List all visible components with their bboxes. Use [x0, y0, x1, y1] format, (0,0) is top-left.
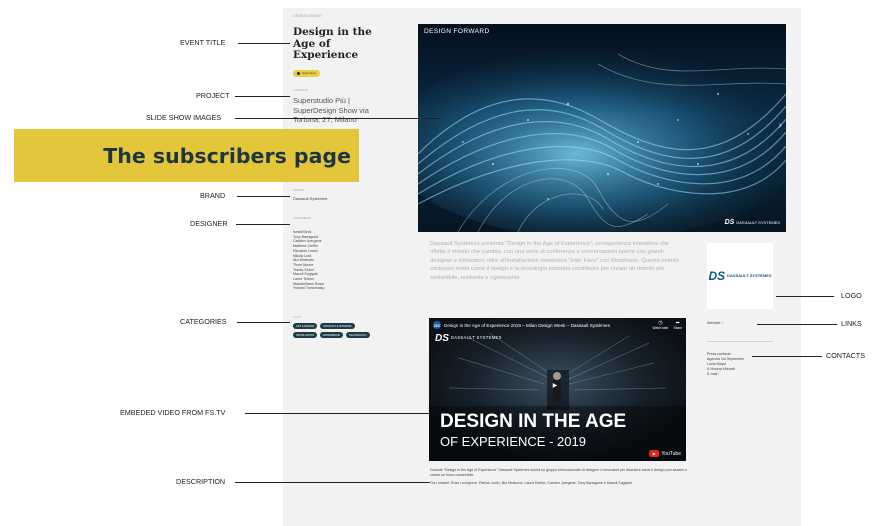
callout-project: PROJECT	[196, 91, 230, 100]
website-link[interactable]: Website ›	[707, 321, 723, 325]
divider	[707, 341, 773, 342]
project-label: Location	[293, 88, 309, 92]
callout-line	[235, 118, 440, 119]
video-brand: DS DASSAULT SYSTEMES	[435, 333, 502, 344]
chevron-right-icon[interactable]: ›	[779, 120, 782, 131]
video-top-bar: DS Design in the Age of Experience 2019 …	[429, 318, 686, 332]
callout-line	[245, 413, 429, 414]
designer-list: Ismail Beck Tony Barragonè Carsten Juerg…	[293, 230, 325, 291]
video-subline: OF EXPERIENCE - 2019	[440, 434, 586, 449]
watch-later-button[interactable]: ◷ Watch later	[652, 320, 668, 330]
callout-logo: LOGO	[841, 291, 862, 300]
contacts: Press contacts Agenzia 1st September Luc…	[707, 352, 744, 377]
callout-line	[236, 224, 290, 225]
status-badge: Upcoming	[293, 69, 320, 77]
callout-line	[237, 322, 290, 323]
ds-logo-icon: DS	[435, 333, 449, 344]
callout-line	[752, 356, 822, 357]
designer-item[interactable]: Yuhumi Tomomatsu	[293, 286, 325, 291]
callout-categories: CATEGORIES	[180, 317, 227, 326]
intro-text: Dassault Systèmes presenta "Design in th…	[430, 241, 679, 281]
play-icon[interactable]: ▶	[548, 380, 562, 390]
designer-label: Designers	[293, 216, 311, 220]
brand-name[interactable]: Dassault Systèmes	[293, 196, 327, 201]
callout-line	[238, 43, 290, 44]
category-chip[interactable]: INSTALLATION	[293, 332, 318, 338]
left-column: Design event Design in the Age of Experi…	[293, 14, 378, 80]
slideshow-logo-text: DASSAULT SYSTEMES	[736, 220, 780, 225]
callout-designer: DESIGNER	[190, 219, 228, 228]
callout-line	[237, 196, 290, 197]
callout-line	[235, 96, 290, 97]
ds-logo-icon: DS	[708, 269, 726, 283]
slideshow-image	[418, 24, 786, 232]
share-label: Share	[673, 326, 682, 330]
youtube-label: YouTube	[661, 450, 681, 457]
brand-logo: DS DASSAULT SYSTEMES	[707, 243, 773, 309]
callout-description: DESCRIPTION	[176, 477, 226, 486]
status-badge-label: Upcoming	[302, 71, 316, 75]
slideshow[interactable]: DESIGN FORWARD › DS DASSAULT SYSTEMES	[418, 24, 786, 232]
category-chip[interactable]: TECHNOLOGY	[345, 332, 370, 338]
categories-label: Tags	[293, 315, 301, 319]
subscribers-banner: The subscribers page	[14, 129, 359, 182]
event-title: Design in the Age of Experience	[293, 26, 372, 61]
description-paragraph: Durante "Design in the Age of Experience…	[430, 468, 687, 477]
embedded-video[interactable]: DS Design in the Age of Experience 2019 …	[429, 318, 686, 461]
video-brand-text: DASSAULT SYSTEMES	[450, 335, 502, 341]
category-chip[interactable]: ART & DESIGN	[293, 323, 318, 329]
channel-avatar[interactable]: DS	[433, 321, 441, 329]
callout-brand: BRAND	[200, 191, 226, 200]
banner-title: The subscribers page	[103, 143, 351, 168]
slideshow-title: DESIGN FORWARD	[424, 28, 490, 35]
callout-links: LINKS	[841, 319, 862, 328]
logo-text: DASSAULT SYSTEMES	[727, 272, 772, 278]
slideshow-logo: DS DASSAULT SYSTEMES	[725, 219, 780, 226]
callout-line	[757, 324, 837, 325]
contact-email-link[interactable]: E-mail ›	[707, 372, 744, 377]
callout-line	[235, 482, 430, 483]
status-dot-icon	[297, 71, 300, 75]
video-headline: DESIGN IN THE AGE	[440, 411, 627, 432]
ds-logo-icon: DS	[724, 219, 735, 226]
brand-label: Brand	[293, 188, 304, 192]
category-chip[interactable]: EXPERIENCE	[320, 332, 343, 338]
callout-line	[776, 296, 834, 297]
watch-later-label: Watch later	[652, 326, 669, 330]
youtube-icon: ▶	[649, 450, 660, 457]
section-label: Design event	[293, 14, 323, 18]
category-chip[interactable]: PRODUCT & INTERIOR	[320, 323, 355, 329]
callout-slideshow: SLIDE SHOW IMAGES	[146, 113, 222, 122]
youtube-logo[interactable]: ▶ YouTube	[649, 450, 681, 457]
description-paragraph: Tra i relatori: Ross Lovegrove, Patrick …	[430, 480, 633, 485]
description: Durante "Design in the Age of Experience…	[430, 468, 687, 488]
share-button[interactable]: ➦ Share	[673, 320, 682, 330]
callout-video: EMBEDED VIDEO FROM FS.TV	[120, 408, 226, 417]
category-chips: ART & DESIGN PRODUCT & INTERIOR INSTALLA…	[293, 323, 378, 338]
callout-contacts: CONTACTS	[826, 351, 865, 360]
project-location: Superstudio Più | SuperDesign Show via T…	[293, 96, 369, 124]
callout-event-title: EVENT TITLE	[180, 38, 226, 47]
video-title[interactable]: Design in the Age of Experience 2019 – M…	[444, 323, 647, 328]
